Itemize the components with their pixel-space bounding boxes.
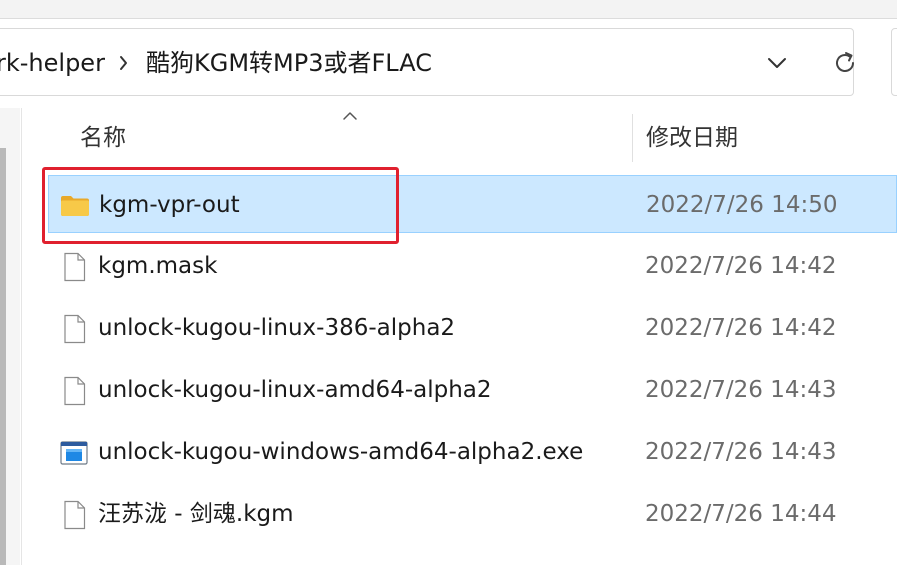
file-icon	[64, 500, 86, 530]
navigation-pane-scrollbar[interactable]	[0, 148, 6, 565]
file-date-modified: 2022/7/26 14:44	[645, 501, 837, 527]
breadcrumb-item-parent[interactable]: rk-helper	[0, 46, 105, 80]
file-date-modified: 2022/7/26 14:43	[645, 439, 837, 465]
file-icon	[64, 376, 86, 406]
column-header-name[interactable]: 名称	[80, 121, 126, 155]
file-row[interactable]: kgm.mask 2022/7/26 14:42	[48, 237, 897, 295]
address-dropdown-button[interactable]	[760, 46, 794, 80]
file-icon	[64, 252, 86, 282]
file-date-modified: 2022/7/26 14:50	[646, 192, 838, 218]
file-name: 汪苏泷 - 剑魂.kgm	[98, 501, 294, 527]
file-icon	[64, 314, 86, 344]
file-row[interactable]: unlock-kugou-linux-386-alpha2 2022/7/26 …	[48, 299, 897, 357]
folder-icon	[61, 196, 89, 216]
file-row[interactable]: unlock-kugou-windows-amd64-alpha2.exe 20…	[48, 423, 897, 481]
file-row[interactable]: unlock-kugou-linux-amd64-alpha2 2022/7/2…	[48, 361, 897, 419]
file-date-modified: 2022/7/26 14:42	[645, 315, 837, 341]
file-name: unlock-kugou-linux-amd64-alpha2	[98, 377, 492, 403]
sort-ascending-icon	[343, 112, 357, 120]
file-name: kgm-vpr-out	[99, 192, 240, 218]
file-date-modified: 2022/7/26 14:42	[645, 253, 837, 279]
refresh-button[interactable]	[826, 44, 864, 82]
file-date-modified: 2022/7/26 14:43	[645, 377, 837, 403]
refresh-icon	[836, 52, 854, 72]
file-name: unlock-kugou-linux-386-alpha2	[98, 315, 456, 341]
pane-divider[interactable]	[21, 108, 22, 565]
file-row[interactable]: 汪苏泷 - 剑魂.kgm 2022/7/26 14:44	[48, 485, 897, 543]
column-resize-handle[interactable]	[632, 114, 633, 162]
search-box[interactable]	[891, 28, 897, 96]
chevron-right-icon	[120, 56, 127, 70]
title-bar-strip	[0, 0, 897, 19]
file-name: unlock-kugou-windows-amd64-alpha2.exe	[98, 439, 584, 465]
exe-icon	[60, 441, 88, 465]
file-name: kgm.mask	[98, 253, 218, 279]
file-row-folder[interactable]: kgm-vpr-out 2022/7/26 14:50	[48, 175, 897, 233]
breadcrumb-item-current[interactable]: 酷狗KGM转MP3或者FLAC	[146, 46, 432, 80]
chevron-down-icon	[768, 58, 786, 68]
column-header-row	[22, 108, 897, 164]
column-header-date-modified[interactable]: 修改日期	[646, 121, 738, 155]
